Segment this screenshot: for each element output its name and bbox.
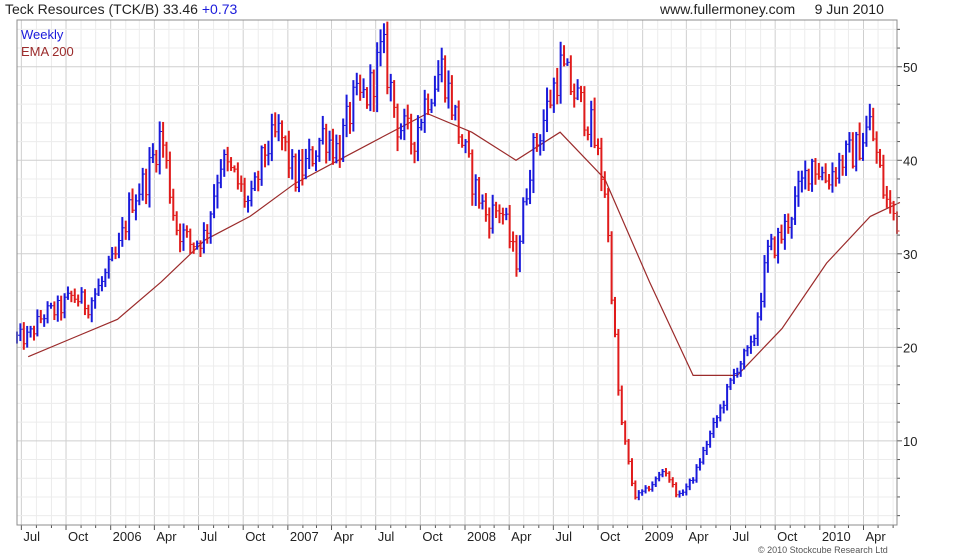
chart-title: Teck Resources (TCK/B) 33.46 +0.73	[5, 1, 237, 17]
x-tick-label: Oct	[777, 529, 798, 544]
x-tick-label: Oct	[68, 529, 89, 544]
y-tick-label: 20	[903, 340, 917, 355]
x-tick-label: Jul	[733, 529, 750, 544]
x-tick-label: Apr	[156, 529, 177, 544]
x-tick-label: 2008	[467, 529, 496, 544]
x-tick-label: 2007	[290, 529, 319, 544]
legend-weekly: Weekly	[21, 27, 64, 42]
security-name: Teck Resources (TCK/B)	[5, 1, 160, 17]
source-site: www.fullermoney.com	[660, 1, 796, 17]
x-tick-label: Jul	[555, 529, 572, 544]
copyright-note: © 2010 Stockcube Research Ltd	[758, 545, 888, 555]
x-tick-label: Oct	[422, 529, 443, 544]
x-tick-label: Oct	[245, 529, 266, 544]
x-tick-label: 2009	[645, 529, 674, 544]
y-tick-label: 40	[903, 153, 917, 168]
x-tick-label: Jul	[201, 529, 218, 544]
header-site-date: www.fullermoney.com 9 Jun 2010	[660, 1, 884, 17]
y-tick-label: 30	[903, 247, 917, 262]
y-tick-label: 10	[903, 434, 917, 449]
x-tick-label: Jul	[378, 529, 395, 544]
x-tick-label: 2010	[822, 529, 851, 544]
chart-date: 9 Jun 2010	[814, 1, 884, 17]
x-tick-label: Jul	[23, 529, 40, 544]
y-tick-label: 50	[903, 60, 917, 75]
legend-ema: EMA 200	[21, 44, 74, 59]
x-tick-label: Apr	[688, 529, 709, 544]
price-chart: 10 20 30 40 50 Jul Oct 2006 Apr Jul Oct 2007 Apr Jul O…	[16, 19, 917, 544]
chart-axes: 10 20 30 40 50 Jul Oct 2006 Apr Jul Oct 2007 Apr Jul O…	[16, 19, 917, 544]
price-bars-layer	[16, 21, 900, 501]
x-tick-label: Apr	[866, 529, 887, 544]
x-tick-label: Oct	[600, 529, 621, 544]
x-tick-label: Apr	[511, 529, 532, 544]
x-tick-label: 2006	[113, 529, 142, 544]
x-tick-label: Apr	[334, 529, 355, 544]
price-change: +0.73	[201, 1, 238, 17]
last-price: 33.46	[162, 1, 198, 17]
